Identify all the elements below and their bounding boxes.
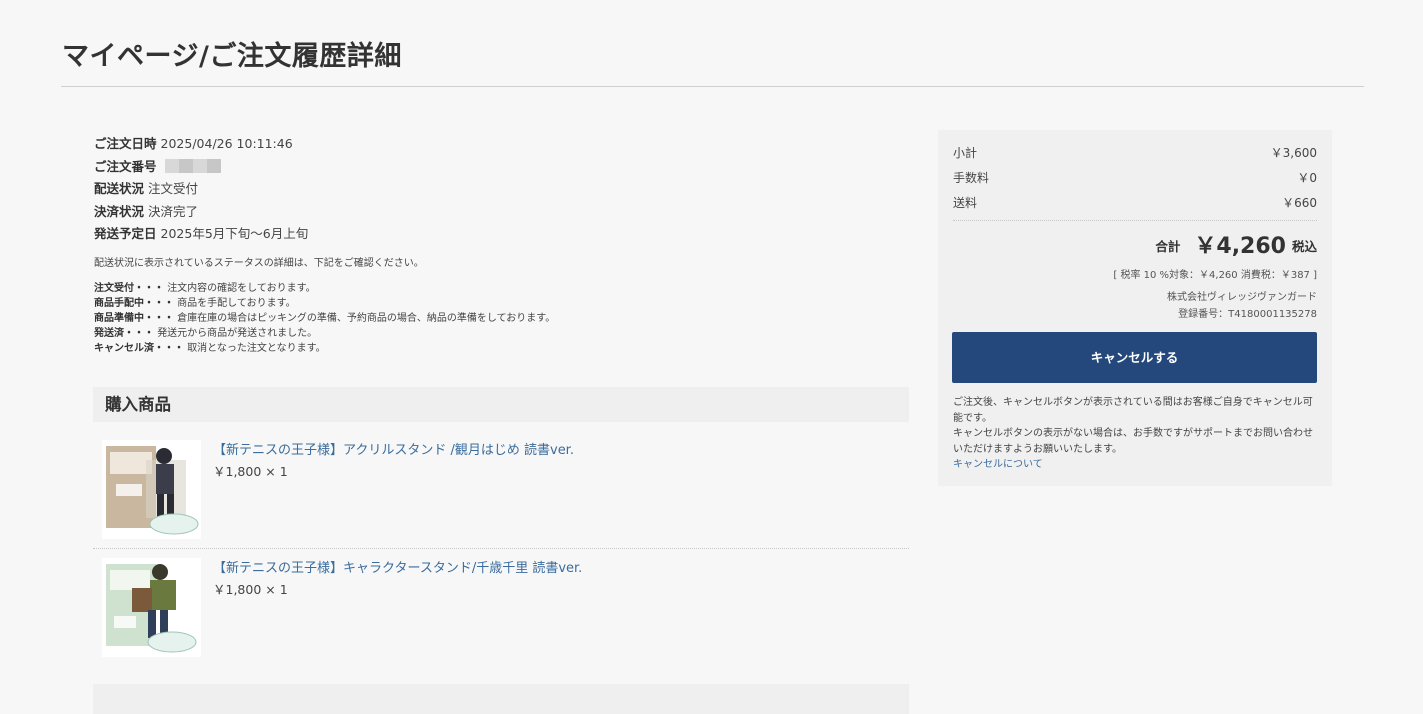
order-date-row: ご注文日時 2025/04/26 10:11:46: [94, 133, 906, 156]
subtotal-row: 小計 ￥3,600: [953, 145, 1317, 161]
product-name-link[interactable]: 【新テニスの王子様】アクリルスタンド /観月はじめ 読書ver.: [213, 439, 574, 458]
total-row: 合計 ￥4,260 税込: [1155, 228, 1317, 260]
product-price: ￥1,800 × 1: [213, 464, 288, 479]
product-thumbnail[interactable]: [102, 440, 201, 539]
next-section-heading: [93, 684, 909, 714]
legend-item: 注文受付・・・ 注文内容の確認をしております。: [94, 281, 906, 296]
legend-item: 商品準備中・・・ 倉庫在庫の場合はピッキングの準備、予約商品の場合、納品の準備を…: [94, 311, 906, 326]
legend-key: キャンセル済・・・: [94, 342, 184, 354]
tax-breakdown: [ 税率 10 %対象：￥4,260 消費税：￥387 ]: [1113, 270, 1317, 281]
legend-desc: 注文内容の確認をしております。: [167, 282, 316, 294]
legend-desc: 商品を手配しております。: [177, 297, 296, 309]
fee-row: 手数料 ￥0: [953, 170, 1317, 186]
payment-status-label: 決済状況: [94, 203, 145, 219]
shipping-status-label: 配送状況: [94, 181, 145, 196]
subtotal-value: ￥3,600: [1270, 146, 1317, 160]
shipping-status-value: 注文受付: [148, 181, 199, 196]
legend-desc: 取消となった注文となります。: [187, 342, 326, 354]
fee-value: ￥0: [1297, 171, 1317, 185]
status-legend: 注文受付・・・ 注文内容の確認をしております。 商品手配中・・・ 商品を手配して…: [94, 281, 906, 356]
ship-date-label: 発送予定日: [94, 226, 157, 241]
cancel-note-text: ご注文後、キャンセルボタンが表示されている間はお客様ご自身でキャンセル可能です。: [953, 397, 1313, 424]
cancel-info-link[interactable]: キャンセルについて: [953, 457, 1313, 473]
fee-label: 手数料: [953, 171, 990, 185]
order-date-label: ご注文日時: [94, 136, 157, 151]
legend-desc: 発送元から商品が発送されました。: [157, 327, 318, 339]
product-price: ￥1,800 × 1: [213, 582, 288, 597]
legend-desc: 倉庫在庫の場合はピッキングの準備、予約商品の場合、納品の準備をしております。: [177, 312, 556, 324]
legend-item: 商品手配中・・・ 商品を手配しております。: [94, 296, 906, 311]
ship-date-row: 発送予定日 2025年5月下旬〜6月上旬: [94, 223, 906, 246]
order-number-label: ご注文番号: [94, 158, 157, 174]
company-name: 株式会社ヴィレッジヴァンガード: [1167, 292, 1317, 303]
order-date-value: 2025/04/26 10:11:46: [160, 136, 293, 151]
order-summary-panel: 小計 ￥3,600 手数料 ￥0 送料 ￥660 合計 ￥4,260 税込 [ 税率…: [938, 130, 1332, 486]
cancel-note: ご注文後、キャンセルボタンが表示されている間はお客様ご自身でキャンセル可能です。…: [953, 395, 1313, 473]
summary-divider: [953, 220, 1317, 221]
legend-key: 注文受付・・・: [94, 282, 164, 294]
order-number-masked: [164, 158, 221, 173]
shipping-fee-label: 送料: [953, 196, 978, 210]
shipping-fee-value: ￥660: [1282, 196, 1317, 210]
title-divider: [61, 86, 1364, 87]
order-number-row: ご注文番号: [94, 156, 906, 179]
product-name-link[interactable]: 【新テニスの王子様】キャラクタースタンド/千歳千里 読書ver.: [213, 557, 582, 576]
product-image-icon: [102, 558, 201, 657]
total-value: ￥4,260: [1194, 234, 1286, 259]
page-title: マイページ/ご注文履歴詳細: [62, 41, 402, 72]
registration-number: 登録番号：T4180001135278: [1178, 309, 1317, 320]
cancel-button[interactable]: キャンセルする: [952, 332, 1317, 383]
legend-key: 商品準備中・・・: [94, 312, 174, 324]
order-info: ご注文日時 2025/04/26 10:11:46 ご注文番号 配送状況 注文受付 …: [94, 133, 906, 356]
product-image-icon: [102, 440, 201, 539]
legend-key: 商品手配中・・・: [94, 297, 174, 309]
product-divider: [93, 548, 909, 549]
shipping-fee-row: 送料 ￥660: [953, 195, 1317, 211]
cancel-note-text: キャンセルボタンの表示がない場合は、お手数ですがサポートまでお問い合わせいただけ…: [953, 428, 1313, 455]
status-note: 配送状況に表示されているステータスの詳細は、下記をご確認ください。: [94, 257, 424, 269]
legend-key: 発送済・・・: [94, 327, 154, 339]
legend-item: 発送済・・・ 発送元から商品が発送されました。: [94, 326, 906, 341]
legend-item: キャンセル済・・・ 取消となった注文となります。: [94, 341, 906, 356]
tax-included-label: 税込: [1291, 239, 1317, 254]
product-thumbnail[interactable]: [102, 558, 201, 657]
payment-status-row: 決済状況 決済完了: [94, 201, 906, 224]
total-label: 合計: [1155, 239, 1181, 254]
shipping-status-row: 配送状況 注文受付: [94, 178, 906, 201]
purchased-products-heading: 購入商品: [93, 387, 909, 422]
subtotal-label: 小計: [953, 146, 978, 160]
ship-date-value: 2025年5月下旬〜6月上旬: [160, 226, 309, 241]
payment-status-value: 決済完了: [148, 203, 199, 219]
